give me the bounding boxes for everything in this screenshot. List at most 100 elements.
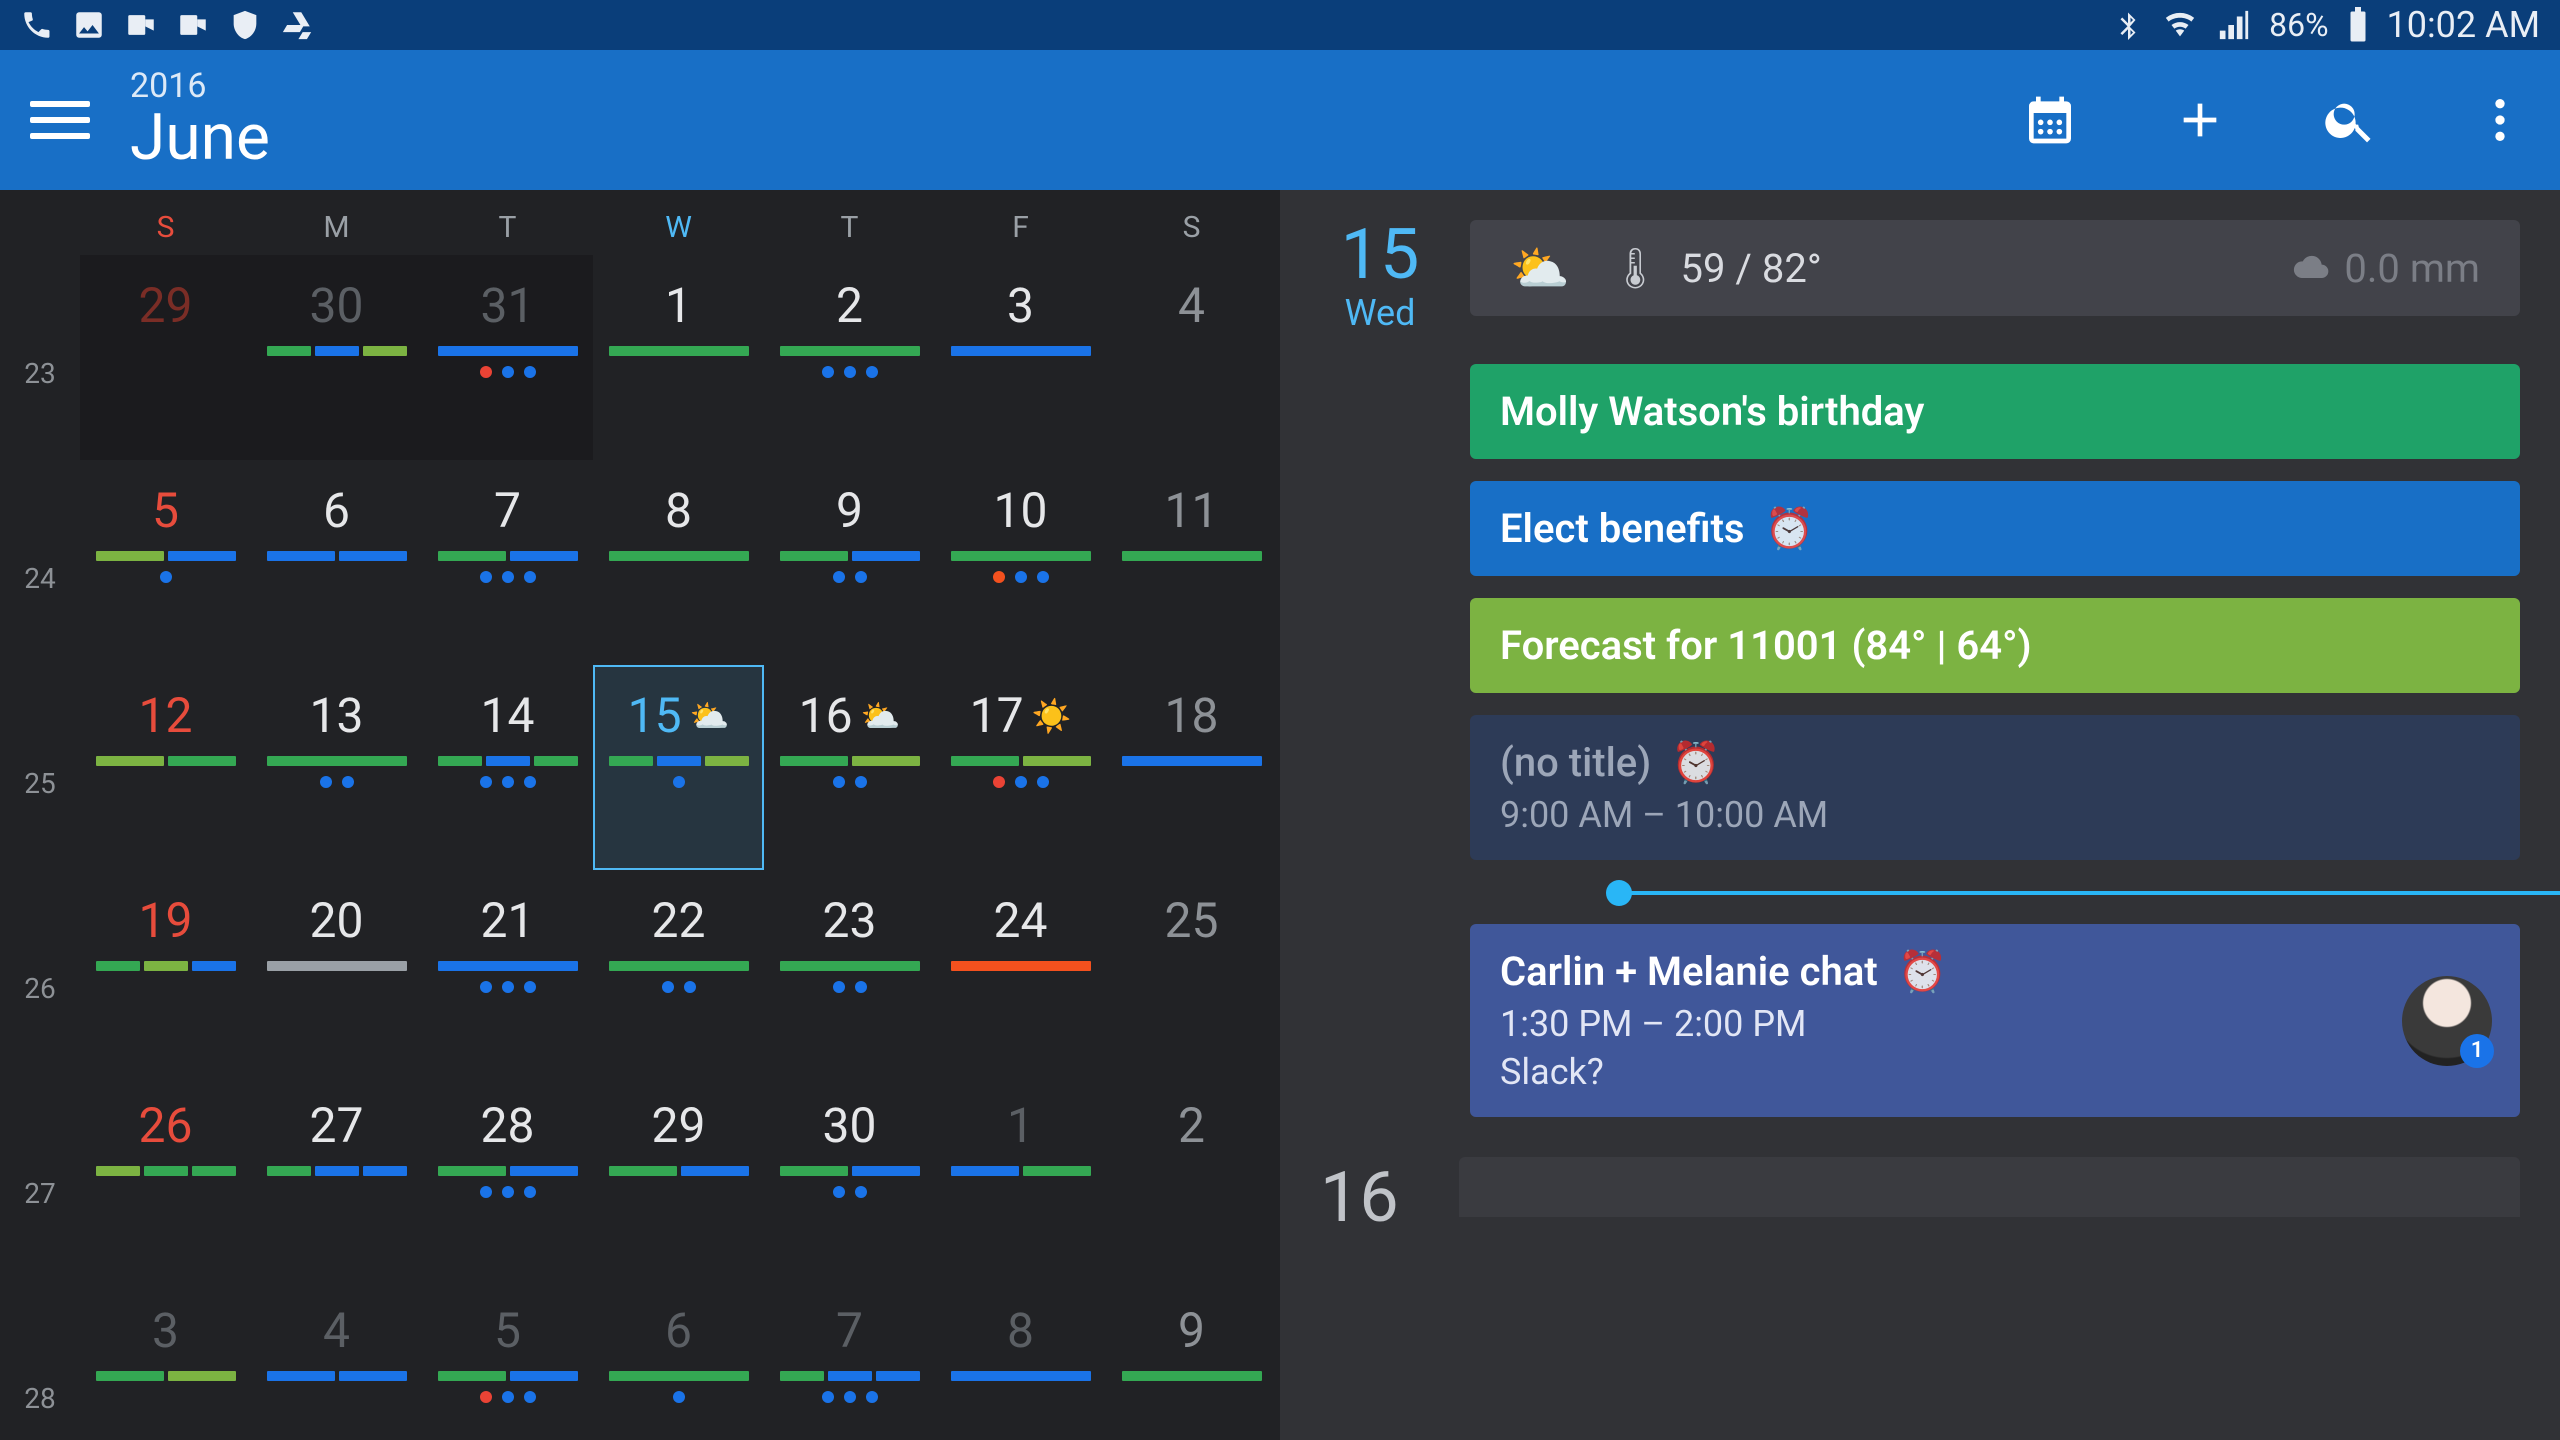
weather-card[interactable]: ⛅ 🌡 59 / 82° 0.0 mm (1470, 220, 2520, 316)
event-bars (96, 1371, 236, 1381)
day-cell[interactable]: 8 (593, 460, 764, 665)
day-cell[interactable]: 2 (1106, 1075, 1277, 1280)
day-cell[interactable]: 6 (593, 1280, 764, 1440)
dow-label: S (1106, 190, 1277, 255)
day-number: 1 (665, 277, 692, 334)
day-number: 8 (1007, 1302, 1034, 1359)
day-cell[interactable]: 2 (764, 255, 935, 460)
event-card[interactable]: (no title) ⏰9:00 AM – 10:00 AM (1470, 715, 2520, 860)
day-cell[interactable]: 3 (80, 1280, 251, 1440)
today-button[interactable] (2020, 90, 2080, 150)
calendar-panel[interactable]: SMTWTFS 23293031123424567891011251213141… (0, 190, 1280, 1440)
day-cell[interactable]: 29 (80, 255, 251, 460)
event-bars (609, 756, 749, 766)
day-cell[interactable]: 27 (251, 1075, 422, 1280)
day-cell[interactable]: 10 (935, 460, 1106, 665)
day-cell[interactable]: 31 (422, 255, 593, 460)
week-row: 27262728293012 (0, 1075, 1280, 1280)
day-cell[interactable]: 25 (1106, 870, 1277, 1075)
overflow-button[interactable] (2470, 90, 2530, 150)
day-number: 10 (994, 482, 1048, 539)
title-block[interactable]: 2016 June (130, 69, 270, 172)
day-cell[interactable]: 1 (593, 255, 764, 460)
now-indicator (1590, 888, 2520, 896)
day-number: 29 (139, 277, 193, 334)
day-cell[interactable]: 12 (80, 665, 251, 870)
day-cell[interactable]: 9 (764, 460, 935, 665)
event-bars (438, 346, 578, 356)
event-card[interactable]: Forecast for 11001 (84° | 64°) (1470, 598, 2520, 693)
day-cell[interactable]: 7 (422, 460, 593, 665)
event-bars (267, 551, 407, 561)
day-cell[interactable]: 4 (251, 1280, 422, 1440)
week-number: 23 (0, 255, 80, 460)
day-cell[interactable]: 13 (251, 665, 422, 870)
event-bars (267, 961, 407, 971)
add-button[interactable] (2170, 90, 2230, 150)
day-number: 14 (481, 687, 535, 744)
day-cell[interactable]: 29 (593, 1075, 764, 1280)
event-title: (no title) (1500, 739, 1651, 786)
drive-icon (280, 8, 314, 42)
temperature-text: 59 / 82° (1681, 245, 1822, 292)
day-number: 7 (494, 482, 521, 539)
search-button[interactable] (2320, 90, 2380, 150)
day-cell[interactable]: 6 (251, 460, 422, 665)
day-cell[interactable]: 20 (251, 870, 422, 1075)
event-bars (96, 1166, 236, 1176)
day-cell[interactable]: 9 (1106, 1280, 1277, 1440)
day-cell[interactable]: 28 (422, 1075, 593, 1280)
day-cell[interactable]: 16⛅ (764, 665, 935, 870)
main: SMTWTFS 23293031123424567891011251213141… (0, 190, 2560, 1440)
day-cell[interactable]: 4 (1106, 255, 1277, 460)
week-number: 27 (0, 1075, 80, 1280)
agenda-panel[interactable]: 15 Wed ⛅ 🌡 59 / 82° 0.0 mm Molly Watson'… (1280, 190, 2560, 1440)
menu-button[interactable] (30, 90, 90, 150)
day-cell[interactable]: 23 (764, 870, 935, 1075)
day-cell[interactable]: 11 (1106, 460, 1277, 665)
day-number: 17☀️ (970, 687, 1072, 744)
event-bars (609, 551, 749, 561)
day-cell[interactable]: 30 (764, 1075, 935, 1280)
dow-row: SMTWTFS (0, 190, 1280, 255)
next-day-peek: 16 (1320, 1157, 2520, 1239)
day-number: 3 (1007, 277, 1034, 334)
day-cell[interactable]: 7 (764, 1280, 935, 1440)
day-cell[interactable]: 1 (935, 1075, 1106, 1280)
day-number: 5 (494, 1302, 521, 1359)
day-cell[interactable]: 22 (593, 870, 764, 1075)
alarm-icon: ⏰ (1898, 948, 1948, 995)
day-cell[interactable]: 30 (251, 255, 422, 460)
precipitation-text: 0.0 mm (2344, 245, 2480, 292)
day-number: 11 (1165, 482, 1219, 539)
day-number: 8 (665, 482, 692, 539)
event-bars (951, 756, 1091, 766)
attendee-avatar[interactable]: 1 (2402, 976, 2492, 1066)
event-card[interactable]: Molly Watson's birthday (1470, 364, 2520, 459)
app-bar: 2016 June (0, 50, 2560, 190)
status-right: 86% 10:02 AM (2113, 4, 2540, 46)
wifi-icon (2161, 8, 2199, 42)
day-cell[interactable]: 5 (80, 460, 251, 665)
day-cell[interactable]: 14 (422, 665, 593, 870)
day-cell[interactable]: 8 (935, 1280, 1106, 1440)
dow-label: M (251, 190, 422, 255)
day-cell[interactable]: 17☀️ (935, 665, 1106, 870)
day-number: 13 (310, 687, 364, 744)
event-bars (609, 961, 749, 971)
day-cell[interactable]: 15⛅ (593, 665, 764, 870)
agenda-header: 15 Wed ⛅ 🌡 59 / 82° 0.0 mm (1320, 220, 2520, 334)
day-cell[interactable]: 24 (935, 870, 1106, 1075)
event-bars (96, 756, 236, 766)
day-cell[interactable]: 21 (422, 870, 593, 1075)
day-cell[interactable]: 19 (80, 870, 251, 1075)
event-card[interactable]: Elect benefits ⏰ (1470, 481, 2520, 576)
event-card[interactable]: Carlin + Melanie chat ⏰1:30 PM – 2:00 PM… (1470, 924, 2520, 1117)
day-cell[interactable]: 5 (422, 1280, 593, 1440)
day-cell[interactable]: 26 (80, 1075, 251, 1280)
event-title: Forecast for 11001 (84° | 64°) (1500, 622, 2032, 669)
week-number: 25 (0, 665, 80, 870)
day-cell[interactable]: 3 (935, 255, 1106, 460)
dow-label: S (80, 190, 251, 255)
day-cell[interactable]: 18 (1106, 665, 1277, 870)
